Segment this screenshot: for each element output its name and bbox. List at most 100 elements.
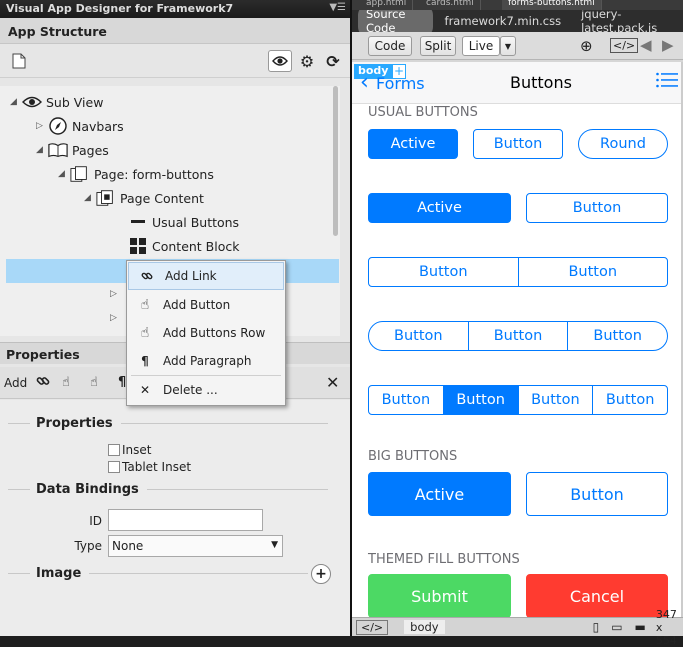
mobile-icon[interactable]: ▯ <box>593 620 600 634</box>
view-toolbar: Code Split Live ▼ ⊕ </> ◀ ▶ <box>352 32 683 60</box>
row-button[interactable]: Button <box>593 386 667 414</box>
big-active-button[interactable]: Active <box>368 472 511 516</box>
tree-label: Page Content <box>120 190 204 206</box>
tree-node-pages[interactable]: ◢ Pages <box>36 139 109 161</box>
row-button[interactable]: Button <box>369 386 444 414</box>
row-button[interactable]: Button <box>519 386 594 414</box>
eye-toggle-button[interactable] <box>268 50 292 72</box>
buttons-row-4: Button Button Button Button <box>368 385 668 415</box>
add-label: Add <box>4 376 28 390</box>
buttons-row-3-round: Button Button Button <box>368 321 668 351</box>
menu-item-add-paragraph[interactable]: ¶ Add Paragraph <box>127 347 285 375</box>
back-arrow-icon[interactable]: ◀ <box>640 36 652 54</box>
row-button-active[interactable]: Button <box>443 386 519 414</box>
app-navbar: body + ‹ Forms Buttons <box>352 62 683 104</box>
collapsed-arrow-icon[interactable]: ▷ <box>36 121 48 131</box>
live-options-dropdown[interactable]: ▼ <box>500 36 516 56</box>
submit-button[interactable]: Submit <box>368 574 511 617</box>
nav-back-link[interactable]: Forms <box>376 74 425 93</box>
menu-item-label: Add Button <box>163 298 231 312</box>
big-button[interactable]: Button <box>526 472 668 516</box>
code-view-button[interactable]: Code <box>368 36 412 56</box>
file-framework7-css[interactable]: framework7.min.css <box>437 12 570 30</box>
live-view-button[interactable]: Live <box>462 36 500 56</box>
tree-node-usual-buttons[interactable]: Usual Buttons <box>128 211 239 233</box>
new-page-icon[interactable] <box>8 50 30 72</box>
tab-cards[interactable]: cards.html <box>420 0 481 10</box>
code-view-toggle[interactable]: </> <box>356 619 389 635</box>
back-chevron-icon[interactable]: ‹ <box>360 70 369 95</box>
active-button[interactable]: Active <box>368 129 458 159</box>
tree-scrollbar[interactable] <box>333 86 338 236</box>
menu-item-delete[interactable]: ✕ Delete ... <box>127 376 285 404</box>
target-icon[interactable]: ⊕ <box>580 37 593 55</box>
page-icon <box>70 165 90 183</box>
row-button[interactable]: Button <box>568 322 667 350</box>
row-button[interactable]: Button <box>369 322 469 350</box>
tree-label: Usual Buttons <box>152 214 240 230</box>
add-image-button[interactable]: + <box>311 564 331 584</box>
structure-toolbar: ⚙ ⟳ <box>0 44 350 78</box>
cancel-button[interactable]: Cancel <box>526 574 668 617</box>
row-button[interactable]: Button <box>469 322 569 350</box>
collapsed-arrow-icon[interactable]: ▷ <box>110 313 117 323</box>
properties-body: Properties Inset Tablet Inset Data Bindi… <box>0 400 350 636</box>
viewport-size: 347 x 554 <box>655 607 677 647</box>
close-icon[interactable]: ✕ <box>326 373 339 392</box>
refresh-icon[interactable]: ⟳ <box>322 50 344 72</box>
link-icon[interactable] <box>36 374 50 391</box>
eye-icon <box>22 93 42 111</box>
hand-pointer-icon[interactable]: ☝ <box>62 375 70 390</box>
panel-menu-icon[interactable]: ▼☰ <box>329 2 346 13</box>
hand-pointer-icon[interactable]: ☝ <box>90 375 98 390</box>
menu-item-add-button[interactable]: ☝ Add Button <box>127 291 285 319</box>
gear-icon[interactable]: ⚙ <box>296 50 318 72</box>
tag-selector-body[interactable]: body <box>404 620 445 634</box>
expanded-arrow-icon[interactable]: ◢ <box>58 169 70 179</box>
section-big-buttons: BIG BUTTONS <box>368 449 458 464</box>
tree-node-sub-view[interactable]: ◢ Sub View <box>10 91 103 113</box>
tab-app[interactable]: app.html <box>360 0 414 10</box>
expanded-arrow-icon[interactable]: ◢ <box>36 145 48 155</box>
inspect-icon[interactable]: </> <box>610 38 639 53</box>
row-button[interactable]: Button <box>519 258 668 286</box>
tree-node-page-content[interactable]: ◢ Page Content <box>84 187 204 209</box>
menu-item-add-buttons-row[interactable]: ☝ Add Buttons Row <box>127 319 285 347</box>
button[interactable]: Button <box>526 193 668 223</box>
checkbox-box[interactable] <box>108 444 120 456</box>
section-usual-buttons: USUAL BUTTONS <box>368 105 478 120</box>
type-label: Type <box>74 539 102 553</box>
page-content-icon <box>96 189 116 207</box>
inset-checkbox[interactable]: Inset <box>108 443 151 457</box>
menu-list-icon[interactable] <box>656 72 678 91</box>
tablet-icon[interactable]: ▭ <box>611 620 622 634</box>
tree-label: Pages <box>72 142 109 158</box>
type-select[interactable]: None ▼ <box>108 535 283 557</box>
round-button[interactable]: Round <box>578 129 668 159</box>
expanded-arrow-icon[interactable]: ◢ <box>10 97 22 107</box>
split-view-button[interactable]: Split <box>420 36 456 56</box>
tree-node-navbars[interactable]: ▷ Navbars <box>36 115 124 137</box>
tablet-inset-checkbox[interactable]: Tablet Inset <box>108 460 191 474</box>
expanded-arrow-icon[interactable]: ◢ <box>84 193 96 203</box>
desktop-icon[interactable]: ▬ <box>635 620 646 634</box>
link-icon <box>129 270 165 282</box>
group-data-bindings: Data Bindings <box>8 482 328 497</box>
forward-arrow-icon[interactable]: ▶ <box>662 36 674 54</box>
button[interactable]: Button <box>473 129 563 159</box>
menu-item-label: Add Link <box>165 269 217 283</box>
tree-node-content-block[interactable]: Content Block <box>128 235 240 257</box>
tree-node-page-form-buttons[interactable]: ◢ Page: form-buttons <box>58 163 214 185</box>
menu-item-label: Add Buttons Row <box>163 326 266 340</box>
row-button[interactable]: Button <box>369 258 519 286</box>
tab-forms-buttons[interactable]: forms-buttons.html <box>502 0 602 10</box>
id-field[interactable] <box>108 509 263 531</box>
checkbox-box[interactable] <box>108 461 120 473</box>
collapsed-arrow-icon[interactable]: ▷ <box>110 289 117 299</box>
pilcrow-icon: ¶ <box>141 354 149 368</box>
id-label: ID <box>89 514 102 528</box>
active-button[interactable]: Active <box>368 193 511 223</box>
type-select-value: None <box>112 539 144 553</box>
related-files-bar: Source Code framework7.min.css jquery-la… <box>352 5 683 37</box>
menu-item-add-link[interactable]: Add Link <box>128 262 284 290</box>
